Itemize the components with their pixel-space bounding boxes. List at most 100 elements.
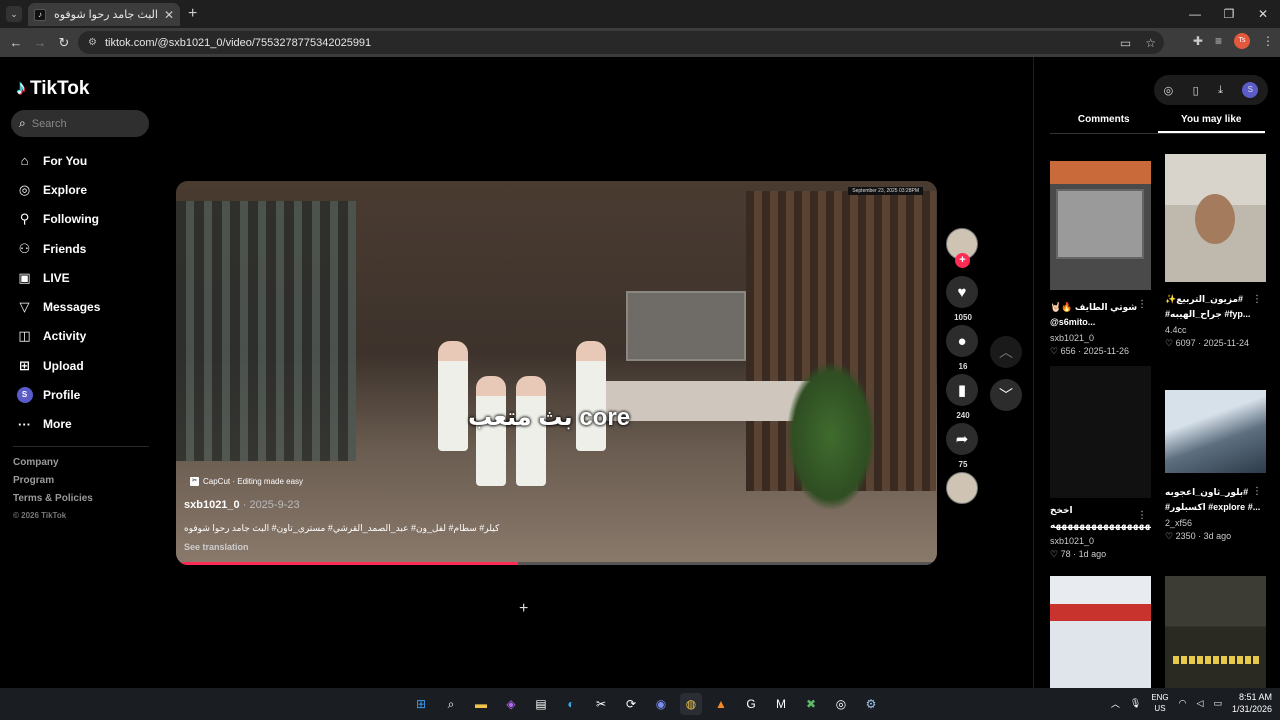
tab-you-may-like[interactable]: You may like: [1157, 114, 1265, 133]
volume-icon[interactable]: ◁: [1197, 698, 1204, 709]
search-input[interactable]: ⌕ Search: [11, 110, 149, 137]
app-m-icon[interactable]: M: [770, 693, 792, 715]
edge-icon[interactable]: ◐: [560, 693, 582, 715]
previous-video-button[interactable]: ︿: [990, 336, 1022, 368]
browser-menu-icon[interactable]: ⋮: [1262, 34, 1274, 48]
reload-icon[interactable]: ↻: [52, 35, 76, 51]
browser-tab[interactable]: ♪ البث جامد رحوا شوفوه #مسـ ✕: [28, 3, 180, 26]
card-username[interactable]: sxb1021_0: [1050, 333, 1151, 343]
creator-avatar[interactable]: +: [946, 228, 978, 268]
new-tab-button[interactable]: +: [188, 5, 197, 23]
chrome-icon[interactable]: ◍: [680, 693, 702, 715]
file-explorer-icon[interactable]: ▬: [470, 693, 492, 715]
nav-activity[interactable]: ◫ Activity: [16, 322, 100, 351]
nav-for-you[interactable]: ⌂ For You: [16, 146, 100, 175]
app-triangle-icon[interactable]: ▲: [710, 693, 732, 715]
forward-icon[interactable]: →: [28, 35, 52, 50]
steam-icon[interactable]: ⚙: [860, 693, 882, 715]
video-author[interactable]: sxb1021_0 · 2025-9-23: [184, 499, 300, 511]
store-icon[interactable]: ▤: [530, 693, 552, 715]
tab-title: البث جامد رحوا شوفوه #مسـ: [52, 9, 158, 21]
next-video-button[interactable]: ﹀: [990, 379, 1022, 411]
site-info-icon[interactable]: ⚙: [88, 37, 97, 48]
tab-comments[interactable]: Comments: [1050, 114, 1158, 133]
nav-friends[interactable]: ⚇ Friends: [16, 234, 100, 263]
microphone-icon[interactable]: 🎙: [1130, 698, 1141, 709]
tiktok-logo[interactable]: ♪ TikTok: [16, 77, 89, 100]
profile-avatar[interactable]: S: [1242, 82, 1259, 98]
card-thumbnail: [1165, 576, 1266, 688]
extensions-icon[interactable]: ✚: [1193, 34, 1203, 48]
footer-program-link[interactable]: Program: [13, 475, 93, 493]
card-username[interactable]: 2_xf56: [1165, 518, 1266, 528]
nav-upload[interactable]: ⊞ Upload: [16, 351, 100, 380]
recommended-card[interactable]: ⋮ #بلور_ثاون_اعجوبه #اكسبلور #explore #..…: [1165, 390, 1266, 542]
card-username[interactable]: sxb1021_0: [1050, 536, 1151, 546]
footer-terms-link[interactable]: Terms & Policies: [13, 493, 93, 511]
recommended-card[interactable]: ⋮ شوتي الطايف 🔥🤘🏻 @s6mito... sxb1021_0 ♡ …: [1050, 161, 1151, 357]
minimize-icon[interactable]: —: [1178, 0, 1212, 28]
save-button[interactable]: ▮: [946, 374, 978, 406]
taskbar-search-icon[interactable]: ⌕: [440, 693, 462, 715]
close-window-icon[interactable]: ✕: [1246, 0, 1280, 28]
comment-button[interactable]: ●: [946, 325, 978, 357]
app-x-icon[interactable]: ✖: [800, 693, 822, 715]
clock[interactable]: 8:51 AM 1/31/2026: [1232, 691, 1272, 715]
nav-following[interactable]: ⚲ Following: [16, 205, 100, 234]
card-more-icon[interactable]: ⋮: [1137, 510, 1147, 521]
restore-icon[interactable]: ❐: [1212, 0, 1246, 28]
wifi-icon[interactable]: ◠: [1179, 698, 1187, 709]
copilot-icon[interactable]: ◈: [500, 693, 522, 715]
download-icon[interactable]: ⤓: [1218, 84, 1223, 97]
card-more-icon[interactable]: ⋮: [1252, 294, 1262, 305]
card-meta: ♡ 656 · 2025-11-26: [1050, 346, 1129, 356]
recommended-card[interactable]: [1165, 576, 1266, 688]
see-translation-link[interactable]: See translation: [184, 542, 249, 552]
browser-profile-avatar[interactable]: Ts: [1234, 33, 1250, 49]
share-count: 75: [958, 460, 968, 469]
reading-list-icon[interactable]: ≡: [1215, 34, 1222, 48]
follow-plus-icon[interactable]: +: [955, 253, 970, 268]
nav-profile[interactable]: S Profile: [16, 380, 100, 409]
language-indicator[interactable]: ENG US: [1151, 692, 1168, 714]
card-more-icon[interactable]: ⋮: [1137, 299, 1147, 310]
back-icon[interactable]: ←: [4, 35, 28, 50]
video-timestamp: September 23, 2025 03:28PM: [848, 187, 923, 195]
tab-close-icon[interactable]: ✕: [164, 8, 174, 22]
like-button[interactable]: ♥: [946, 276, 978, 308]
video-progress-bar[interactable]: [176, 562, 937, 565]
card-title-line: شوتي الطايف 🔥🤘🏻: [1050, 302, 1138, 312]
nav-live[interactable]: ▣ LIVE: [16, 263, 100, 292]
nav-label: Activity: [43, 329, 87, 344]
url-bar[interactable]: ⚙ tiktok.com/@sxb1021_0/video/7553278775…: [78, 31, 1164, 54]
recommended-card[interactable]: ⋮ اخخخ ههههههههههههههههههههه... sxb1021_0…: [1050, 366, 1151, 560]
card-more-icon[interactable]: ⋮: [1252, 486, 1262, 497]
sync-app-icon[interactable]: ⟳: [620, 693, 642, 715]
tab-search-icon[interactable]: ⌄: [6, 6, 22, 22]
nav-more[interactable]: ··· More: [16, 410, 100, 439]
battery-icon[interactable]: ▭: [1213, 698, 1222, 709]
cast-icon[interactable]: ▭: [1120, 36, 1131, 50]
tray-overflow-icon[interactable]: ︿: [1111, 697, 1120, 710]
windows-start-icon[interactable]: ⊞: [410, 693, 432, 715]
nav-explore[interactable]: ◎ Explore: [16, 175, 100, 204]
card-username[interactable]: 4.4cc: [1165, 325, 1266, 335]
nav-label: Upload: [43, 358, 84, 373]
nav-messages[interactable]: ▽ Messages: [16, 292, 101, 321]
sound-disc-avatar[interactable]: [946, 472, 978, 504]
recommended-card[interactable]: ⋮ #مزيون_التربيع✨ #جراح_الهيبه #fyp... 4.…: [1165, 154, 1266, 349]
compass-icon[interactable]: ◎: [1164, 84, 1174, 97]
phone-icon[interactable]: ▯: [1193, 84, 1199, 97]
scene-plant: [786, 361, 876, 511]
capcut-app-icon[interactable]: ✂: [590, 693, 612, 715]
capcut-tag[interactable]: ✂ CapCut · Editing made easy: [190, 477, 303, 486]
bookmark-star-icon[interactable]: ☆: [1145, 36, 1156, 50]
share-button[interactable]: ➦: [946, 423, 978, 455]
discord-icon[interactable]: ◉: [650, 693, 672, 715]
app-g-icon[interactable]: G: [740, 693, 762, 715]
recommended-card[interactable]: [1050, 576, 1151, 688]
right-panel: ◎ ▯ ⤓ S Comments You may like ⋮ شوتي الط…: [1033, 57, 1280, 688]
footer-company-link[interactable]: Company: [13, 457, 93, 475]
obs-icon[interactable]: ◎: [830, 693, 852, 715]
video-player[interactable]: September 23, 2025 03:28PM بث متعب core …: [176, 181, 937, 565]
